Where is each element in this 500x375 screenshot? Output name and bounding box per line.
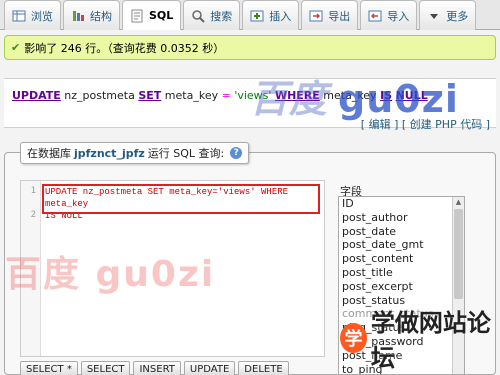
tab-label: 结构 (90, 9, 112, 23)
help-icon[interactable]: ? (230, 147, 243, 159)
table-icon (12, 9, 26, 23)
select-all-button[interactable]: SELECT * (20, 361, 78, 375)
field-item[interactable]: post_author (339, 211, 464, 225)
field-item[interactable]: ID (339, 197, 464, 211)
tab-label: 更多 (446, 9, 469, 23)
success-text: 影响了 246 行。（查询花费 0.0352 秒） (24, 41, 225, 55)
structure-icon (71, 9, 85, 23)
highlight-box (42, 184, 320, 214)
sql-panel-legend: 在数据库 jpfznct_jpfz 运行 SQL 查询: ? (20, 142, 250, 164)
tab-label: 插入 (269, 9, 292, 23)
brand-badge: 学 (340, 323, 367, 353)
search-icon (191, 9, 206, 23)
database-name[interactable]: jpfznct_jpfz (74, 147, 145, 160)
tab-label: 导入 (387, 9, 410, 23)
tab-bar: 浏览 结构 SQL 搜索 插入 导出 导入 更多 (0, 0, 500, 30)
tab-label: 导出 (328, 9, 351, 23)
tab-more[interactable]: 更多 (419, 0, 477, 30)
update-button[interactable]: UPDATE (183, 361, 236, 375)
watermark-gu0zi: gu0zi (338, 77, 459, 121)
sql-keyword[interactable]: UPDATE (12, 89, 61, 102)
sql-operator: = (221, 89, 231, 102)
sql-text: nz_postmeta (60, 89, 139, 102)
insert-icon (250, 9, 264, 23)
chevron-down-icon (427, 9, 441, 23)
tab-structure[interactable]: 结构 (63, 0, 120, 30)
brand-watermark: 学 学做网站论坛 (340, 309, 500, 372)
select-button[interactable]: SELECT (80, 361, 131, 375)
tab-insert[interactable]: 插入 (242, 0, 300, 30)
query-buttons: SELECT * SELECT INSERT UPDATE DELETE (20, 361, 289, 375)
sql-keyword[interactable]: SET (138, 89, 161, 102)
scroll-up-icon[interactable]: ▲ (454, 198, 463, 208)
checkmark-icon: ✔ (11, 41, 21, 54)
tab-search[interactable]: 搜索 (183, 0, 241, 30)
brand-text: 学做网站论坛 (370, 309, 491, 372)
field-item[interactable]: post_excerpt (339, 280, 464, 294)
legend-suffix: 运行 SQL 查询: (147, 147, 225, 160)
tab-browse[interactable]: 浏览 (4, 0, 61, 30)
field-item[interactable]: post_date (339, 225, 464, 239)
field-item[interactable]: post_content (339, 252, 464, 266)
delete-button[interactable]: DELETE (238, 361, 289, 375)
watermark-top: 百度 gu0zi (250, 68, 459, 123)
field-item[interactable]: post_date_gmt (339, 238, 464, 252)
tab-import[interactable]: 导入 (360, 0, 418, 30)
import-icon (368, 9, 382, 23)
success-message: ✔ 影响了 246 行。（查询花费 0.0352 秒） (4, 35, 496, 60)
tab-sql[interactable]: SQL (122, 0, 182, 30)
tab-label: SQL (149, 9, 174, 22)
line-number: 1 (30, 186, 36, 196)
field-item[interactable]: post_title (339, 266, 464, 280)
tab-label: 浏览 (31, 9, 53, 23)
export-icon (309, 9, 323, 23)
watermark-bottom: 百度 gu0zi (5, 254, 216, 295)
insert-button[interactable]: INSERT (133, 361, 181, 375)
sql-icon (130, 9, 144, 23)
line-number: 2 (30, 210, 36, 220)
legend-prefix: 在数据库 (27, 147, 71, 160)
watermark-baidu: 百度 (250, 77, 329, 121)
tab-export[interactable]: 导出 (301, 0, 359, 30)
scrollbar-thumb[interactable] (454, 209, 463, 299)
sql-text: meta_key (161, 89, 222, 102)
tab-label: 搜索 (210, 9, 233, 23)
